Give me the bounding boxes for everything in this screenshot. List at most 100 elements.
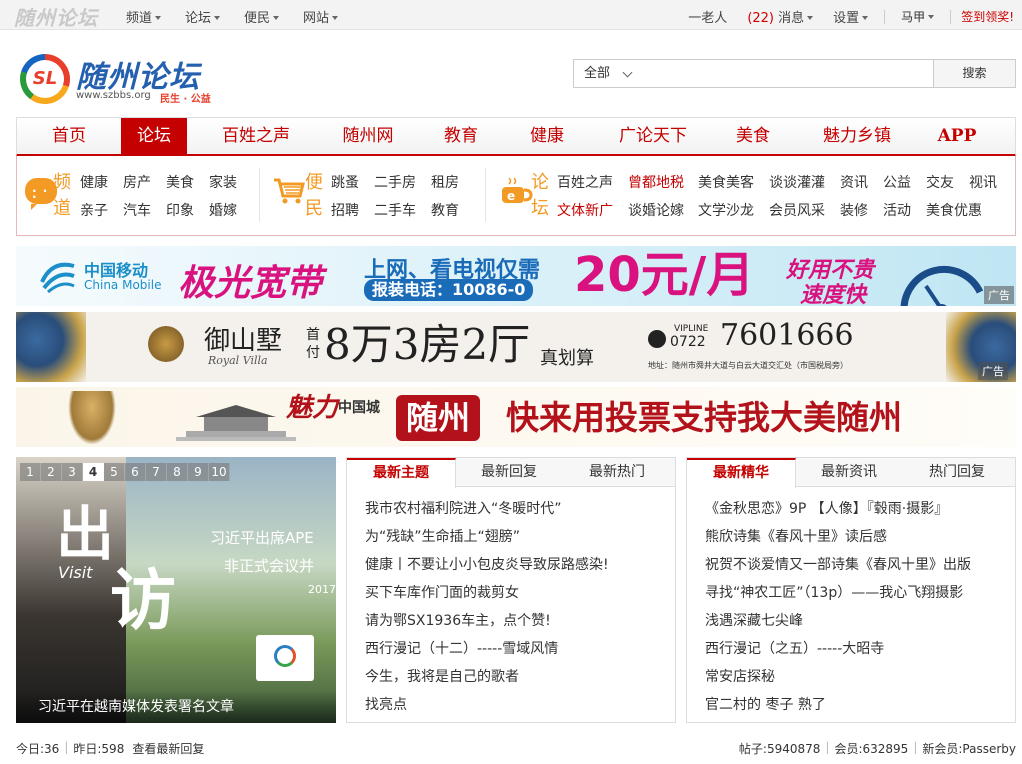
- subnav-link[interactable]: 文体新广: [557, 200, 613, 220]
- search-input[interactable]: [638, 62, 928, 85]
- slider-page[interactable]: 7: [146, 463, 167, 481]
- subnav-link[interactable]: 谈婚论嫁: [628, 200, 684, 220]
- subnav-link[interactable]: 文学沙龙: [698, 200, 754, 220]
- ad-logo-charm: 魅力: [286, 393, 339, 423]
- slider-page[interactable]: 8: [167, 463, 188, 481]
- speedometer-icon: [900, 265, 984, 306]
- tab-latest-replies[interactable]: 最新回复: [459, 458, 559, 487]
- latest-replies-link[interactable]: 查看最新回复: [132, 740, 204, 757]
- list-item[interactable]: 西行漫记（之五）-----大昭寺: [705, 635, 1015, 663]
- signin-reward-link[interactable]: 签到领奖!: [961, 8, 1014, 25]
- subnav-link[interactable]: 视讯: [969, 172, 997, 192]
- nav-food[interactable]: 美食: [723, 118, 783, 155]
- news-slider[interactable]: 出 Visit 访 习近平出席APE 非正式会议并 2017.11 1 2 3 …: [16, 457, 336, 723]
- ad-banner-villa[interactable]: 御山墅 Royal Villa 首付 8万3房2厅 真划算 VIPLINE 07…: [16, 312, 1016, 382]
- list-item[interactable]: 为“残缺”生命插上“翅膀”: [365, 523, 675, 551]
- tab-latest-topics[interactable]: 最新主题: [347, 458, 456, 488]
- list-item[interactable]: 熊欣诗集《春风十里》读后感: [705, 523, 1015, 551]
- messages-link[interactable]: (22) 消息: [747, 7, 814, 26]
- subnav-link[interactable]: 跳蚤: [331, 172, 359, 192]
- nav-forum[interactable]: 论坛: [121, 118, 187, 155]
- subnav-link[interactable]: 谈谈灌灌: [769, 172, 825, 192]
- subnav-link[interactable]: 会员风采: [769, 200, 825, 220]
- list-item[interactable]: 请为鄂SX1936车主，点个赞!: [365, 607, 675, 635]
- nav-home[interactable]: 首页: [35, 118, 103, 155]
- nav-public-voice[interactable]: 百姓之声: [211, 118, 301, 155]
- username-menu[interactable]: 马甲: [901, 8, 935, 25]
- ad-banner-broadband[interactable]: 中国移动 China Mobile 极光宽带 上网、看电视仅需 报装电话：100…: [16, 246, 1016, 306]
- stat-new-member[interactable]: 新会员:Passerby: [922, 740, 1016, 757]
- phone-icon: [648, 330, 666, 348]
- slider-page[interactable]: 3: [62, 463, 83, 481]
- subnav-link[interactable]: 二手车: [374, 200, 416, 220]
- subnav-link[interactable]: 婚嫁: [209, 200, 237, 220]
- slider-page[interactable]: 5: [104, 463, 125, 481]
- settings-link[interactable]: 设置: [833, 7, 869, 26]
- subnav-link[interactable]: 二手房: [374, 172, 416, 192]
- subnav-link[interactable]: 房产: [123, 172, 151, 192]
- tab-latest-featured[interactable]: 最新精华: [687, 458, 796, 488]
- list-item[interactable]: 官二村的 枣子 熟了: [705, 691, 1015, 719]
- subnav-link[interactable]: 装修: [840, 200, 868, 220]
- statue-image: [68, 391, 116, 445]
- list-item[interactable]: 找亮点: [365, 691, 675, 719]
- list-item[interactable]: 健康丨不要让小小包皮炎导致尿路感染!: [365, 551, 675, 579]
- ad-city: 随州: [396, 395, 481, 441]
- slider-page[interactable]: 2: [41, 463, 62, 481]
- subnav-link[interactable]: 交友: [926, 172, 954, 192]
- subnav-link[interactable]: 健康: [80, 172, 108, 192]
- list-item[interactable]: 《金秋思恋》9P 【人像】『毂雨·摄影』: [705, 495, 1015, 523]
- nav-app[interactable]: APP: [927, 118, 987, 155]
- top-nav-forum[interactable]: 论坛: [185, 7, 221, 26]
- subnav-link[interactable]: 美食美客: [698, 172, 754, 192]
- subnav-link[interactable]: 汽车: [123, 200, 151, 220]
- ad-prefix-2: 付: [306, 345, 320, 361]
- tab-latest-news[interactable]: 最新资讯: [799, 458, 899, 487]
- top-nav-channel[interactable]: 频道: [126, 7, 162, 26]
- search-button[interactable]: 搜索: [933, 60, 1015, 87]
- slider-caption[interactable]: 习近平在越南媒体发表署名文章: [16, 691, 336, 723]
- list-item[interactable]: 浅遇深藏七尖峰: [705, 607, 1015, 635]
- slider-page[interactable]: 1: [20, 463, 41, 481]
- tab-hot-replies[interactable]: 热门回复: [907, 458, 1007, 487]
- top-nav-sites[interactable]: 网站: [303, 7, 339, 26]
- subnav-link[interactable]: 美食优惠: [926, 200, 982, 220]
- subnav-link[interactable]: 教育: [431, 200, 459, 220]
- subnav-link[interactable]: 活动: [883, 200, 911, 220]
- nav-guanglun[interactable]: 广论天下: [607, 118, 699, 155]
- list-item[interactable]: 西行漫记（十二）-----雪域风情: [365, 635, 675, 663]
- slider-page[interactable]: 9: [188, 463, 209, 481]
- subnav-link[interactable]: 百姓之声: [557, 172, 613, 192]
- nav-suizhou-net[interactable]: 随州网: [333, 118, 403, 155]
- ad-label: 广告: [978, 362, 1008, 380]
- list-item[interactable]: 我市农村福利院进入“冬暖时代”: [365, 495, 675, 523]
- subnav-link[interactable]: 家装: [209, 172, 237, 192]
- slider-page[interactable]: 6: [125, 463, 146, 481]
- group-label: 论: [531, 172, 549, 193]
- slider-page-active[interactable]: 4: [83, 463, 104, 481]
- list-item[interactable]: 祝贺不谈爱情又一部诗集《春风十里》出版: [705, 551, 1015, 579]
- subnav-link[interactable]: 租房: [431, 172, 459, 192]
- site-logo[interactable]: SL 随州论坛 www.szbbs.org 民生 · 公益: [20, 52, 220, 106]
- top-nav-service[interactable]: 便民: [244, 7, 280, 26]
- slider-page[interactable]: 10: [209, 463, 230, 481]
- list-item[interactable]: 常安店探秘: [705, 663, 1015, 691]
- tab-latest-hot[interactable]: 最新热门: [567, 458, 667, 487]
- list-item[interactable]: 买下车库作门面的裁剪女: [365, 579, 675, 607]
- subnav-link[interactable]: 印象: [166, 200, 194, 220]
- user-profile-link[interactable]: 一老人: [688, 7, 727, 26]
- subnav-link[interactable]: 亲子: [80, 200, 108, 220]
- subnav-link[interactable]: 资讯: [840, 172, 868, 192]
- list-item[interactable]: 今生，我将是自己的歌者: [365, 663, 675, 691]
- subnav-link[interactable]: 曾都地税: [628, 172, 684, 192]
- search-scope-select[interactable]: 全部: [574, 60, 636, 87]
- subnav-link[interactable]: 美食: [166, 172, 194, 192]
- list-item[interactable]: 寻找“神农工匠”（13p）——我心飞翔摄影: [705, 579, 1015, 607]
- subnav-link[interactable]: 公益: [883, 172, 911, 192]
- ad-banner-vote[interactable]: 魅力 中国城 随州 快来用投票支持我大美随州: [16, 387, 1016, 447]
- subnav-link[interactable]: 招聘: [331, 200, 359, 220]
- nav-education[interactable]: 教育: [431, 118, 491, 155]
- top-logo[interactable]: 随州论坛: [14, 2, 98, 31]
- nav-towns[interactable]: 魅力乡镇: [811, 118, 903, 155]
- nav-health[interactable]: 健康: [517, 118, 577, 155]
